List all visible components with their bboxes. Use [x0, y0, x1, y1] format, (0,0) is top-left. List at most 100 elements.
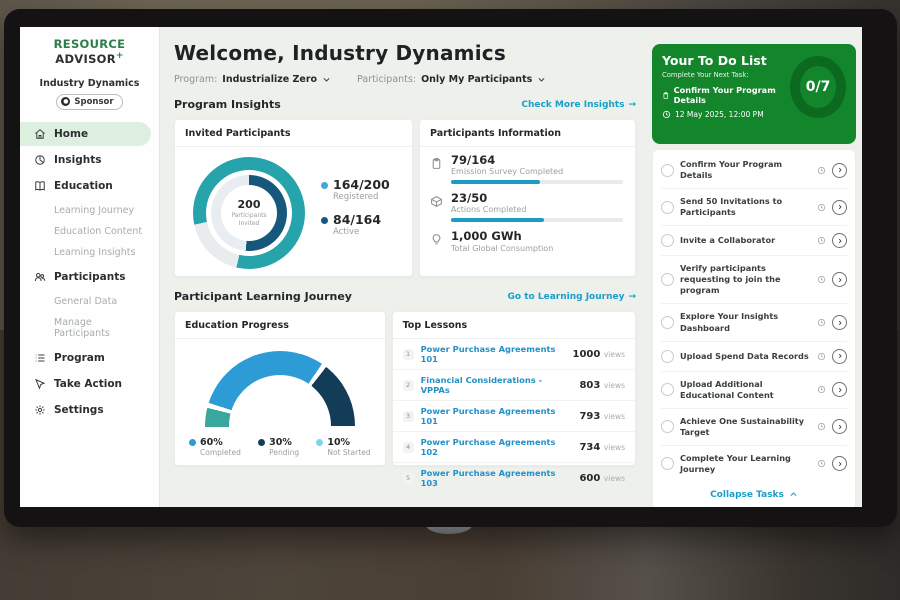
sidebar-item-learning-journey[interactable]: Learning Journey: [20, 200, 159, 221]
sidebar-item-insights[interactable]: Insights: [20, 148, 151, 172]
task-go-button[interactable]: [832, 163, 847, 178]
sidebar-item-program[interactable]: Program: [20, 346, 151, 370]
sidebar-item-settings[interactable]: Settings: [20, 398, 151, 422]
invited-donut-chart: 200 Participants Invited: [193, 157, 305, 269]
task-go-button[interactable]: [832, 315, 847, 330]
task-row-upload-educational-content[interactable]: Upload Additional Educational Content: [661, 372, 847, 409]
task-checkbox[interactable]: [661, 420, 674, 433]
clipboard-icon: [430, 157, 443, 170]
task-checkbox[interactable]: [661, 457, 674, 470]
filters-row: Program: Industrialize Zero Participants…: [174, 74, 636, 85]
card-title: Participants Information: [420, 120, 635, 147]
collapse-label: Collapse Tasks: [710, 490, 784, 500]
chevron-right-icon: [836, 237, 844, 245]
legend-dot: [189, 439, 196, 446]
legend-value: 10%: [327, 437, 370, 448]
task-checkbox[interactable]: [661, 234, 674, 247]
task-label: Verify participants requesting to join t…: [680, 263, 811, 296]
todo-subtitle: Complete Your Next Task:: [662, 71, 790, 79]
task-checkbox[interactable]: [661, 350, 674, 363]
lesson-link[interactable]: Power Purchase Agreements 101: [421, 406, 573, 426]
task-checkbox[interactable]: [661, 383, 674, 396]
card-title: Education Progress: [175, 312, 385, 339]
clock-icon: [817, 422, 826, 431]
sidebar-item-home[interactable]: Home: [20, 122, 151, 146]
task-row-verify-participants[interactable]: Verify participants requesting to join t…: [661, 256, 847, 304]
program-insights-header: Program Insights Check More Insights →: [174, 98, 636, 111]
task-go-button[interactable]: [832, 419, 847, 434]
legend-label: Registered: [333, 192, 390, 202]
todo-next-task[interactable]: Confirm Your Program Details: [662, 85, 790, 105]
task-go-button[interactable]: [832, 456, 847, 471]
legend-value: 84/164: [333, 213, 381, 227]
task-checkbox[interactable]: [661, 316, 674, 329]
legend-not-started: 10% Not Started: [316, 437, 370, 457]
legend-dot: [316, 439, 323, 446]
sidebar-item-education[interactable]: Education: [20, 174, 151, 198]
program-value: Industrialize Zero: [222, 74, 317, 85]
sidebar-item-take-action[interactable]: Take Action: [20, 372, 151, 396]
collapse-tasks-link[interactable]: Collapse Tasks: [661, 482, 847, 507]
lesson-link[interactable]: Power Purchase Agreements 101: [421, 344, 566, 364]
cube-icon: [430, 195, 443, 208]
task-checkbox[interactable]: [661, 273, 674, 286]
clock-icon: [817, 275, 826, 284]
app-logo: RESOURCE ADVISOR+: [20, 37, 159, 66]
chevron-right-icon: [836, 276, 844, 284]
check-more-insights-link[interactable]: Check More Insights →: [521, 100, 636, 110]
lesson-views: 793: [579, 411, 600, 422]
invited-participants-card: Invited Participants 200 Participants In…: [174, 119, 413, 277]
sidebar-item-education-content[interactable]: Education Content: [20, 221, 159, 242]
lesson-link[interactable]: Financial Considerations - VPPAs: [421, 375, 573, 395]
learning-journey-header: Participant Learning Journey Go to Learn…: [174, 290, 636, 303]
sidebar-item-participants[interactable]: Participants: [20, 265, 151, 289]
arrow-right-icon: →: [628, 100, 636, 110]
task-row-invite-collaborator[interactable]: Invite a Collaborator: [661, 226, 847, 256]
chevron-down-icon: [322, 75, 331, 84]
learning-journey-title: Participant Learning Journey: [174, 290, 352, 303]
chevron-right-icon: [836, 386, 844, 394]
legend-dot: [321, 182, 328, 189]
logo-plus: +: [116, 51, 124, 61]
chevron-right-icon: [836, 166, 844, 174]
sidebar-item-manage-participants[interactable]: Manage Participants: [20, 312, 159, 344]
card-title: Top Lessons: [393, 312, 635, 339]
chevron-right-icon: [836, 352, 844, 360]
stat-label: Emission Survey Completed: [451, 167, 623, 176]
bulb-icon: [430, 233, 443, 246]
arrow-right-icon: →: [628, 292, 636, 302]
participants-select[interactable]: Participants: Only My Participants: [357, 74, 546, 85]
task-checkbox[interactable]: [661, 201, 674, 214]
take-action-icon: [34, 378, 46, 390]
views-label: views: [604, 443, 625, 452]
task-go-button[interactable]: [832, 382, 847, 397]
task-checkbox[interactable]: [661, 164, 674, 177]
page-title: Welcome, Industry Dynamics: [174, 41, 636, 65]
participants-information-card: Participants Information 79/164 Emission…: [419, 119, 636, 277]
stat-value: 79/164: [451, 154, 623, 167]
lesson-link[interactable]: Power Purchase Agreements 103: [421, 468, 573, 488]
lesson-link[interactable]: Power Purchase Agreements 102: [421, 437, 573, 457]
go-to-learning-journey-link[interactable]: Go to Learning Journey →: [508, 292, 636, 302]
task-row-achieve-sustainability-target[interactable]: Achieve One Sustainability Target: [661, 409, 847, 446]
task-row-explore-insights[interactable]: Explore Your Insights Dashboard: [661, 304, 847, 341]
sponsor-badge[interactable]: ● Sponsor: [56, 94, 122, 110]
stat-value: 1,000 GWh: [451, 230, 553, 243]
education-gauge-chart: 150 Participants: [205, 351, 355, 427]
task-row-upload-spend-data[interactable]: Upload Spend Data Records: [661, 342, 847, 372]
sidebar-item-label: Program: [54, 352, 105, 364]
insights-cards-row: Invited Participants 200 Participants In…: [174, 119, 636, 277]
education-progress-card: Education Progress 150 Participants: [174, 311, 386, 466]
task-label: Send 50 Invitations to Participants: [680, 196, 811, 218]
task-go-button[interactable]: [832, 233, 847, 248]
program-select[interactable]: Program: Industrialize Zero: [174, 74, 331, 85]
task-go-button[interactable]: [832, 272, 847, 287]
learning-cards-row: Education Progress 150 Participants: [174, 311, 636, 466]
task-row-complete-learning-journey[interactable]: Complete Your Learning Journey: [661, 446, 847, 482]
task-go-button[interactable]: [832, 349, 847, 364]
task-row-confirm-program[interactable]: Confirm Your Program Details: [661, 152, 847, 189]
task-row-send-invitations[interactable]: Send 50 Invitations to Participants: [661, 189, 847, 226]
sidebar-item-general-data[interactable]: General Data: [20, 291, 159, 312]
task-go-button[interactable]: [832, 200, 847, 215]
sidebar-item-learning-insights[interactable]: Learning Insights: [20, 242, 159, 263]
